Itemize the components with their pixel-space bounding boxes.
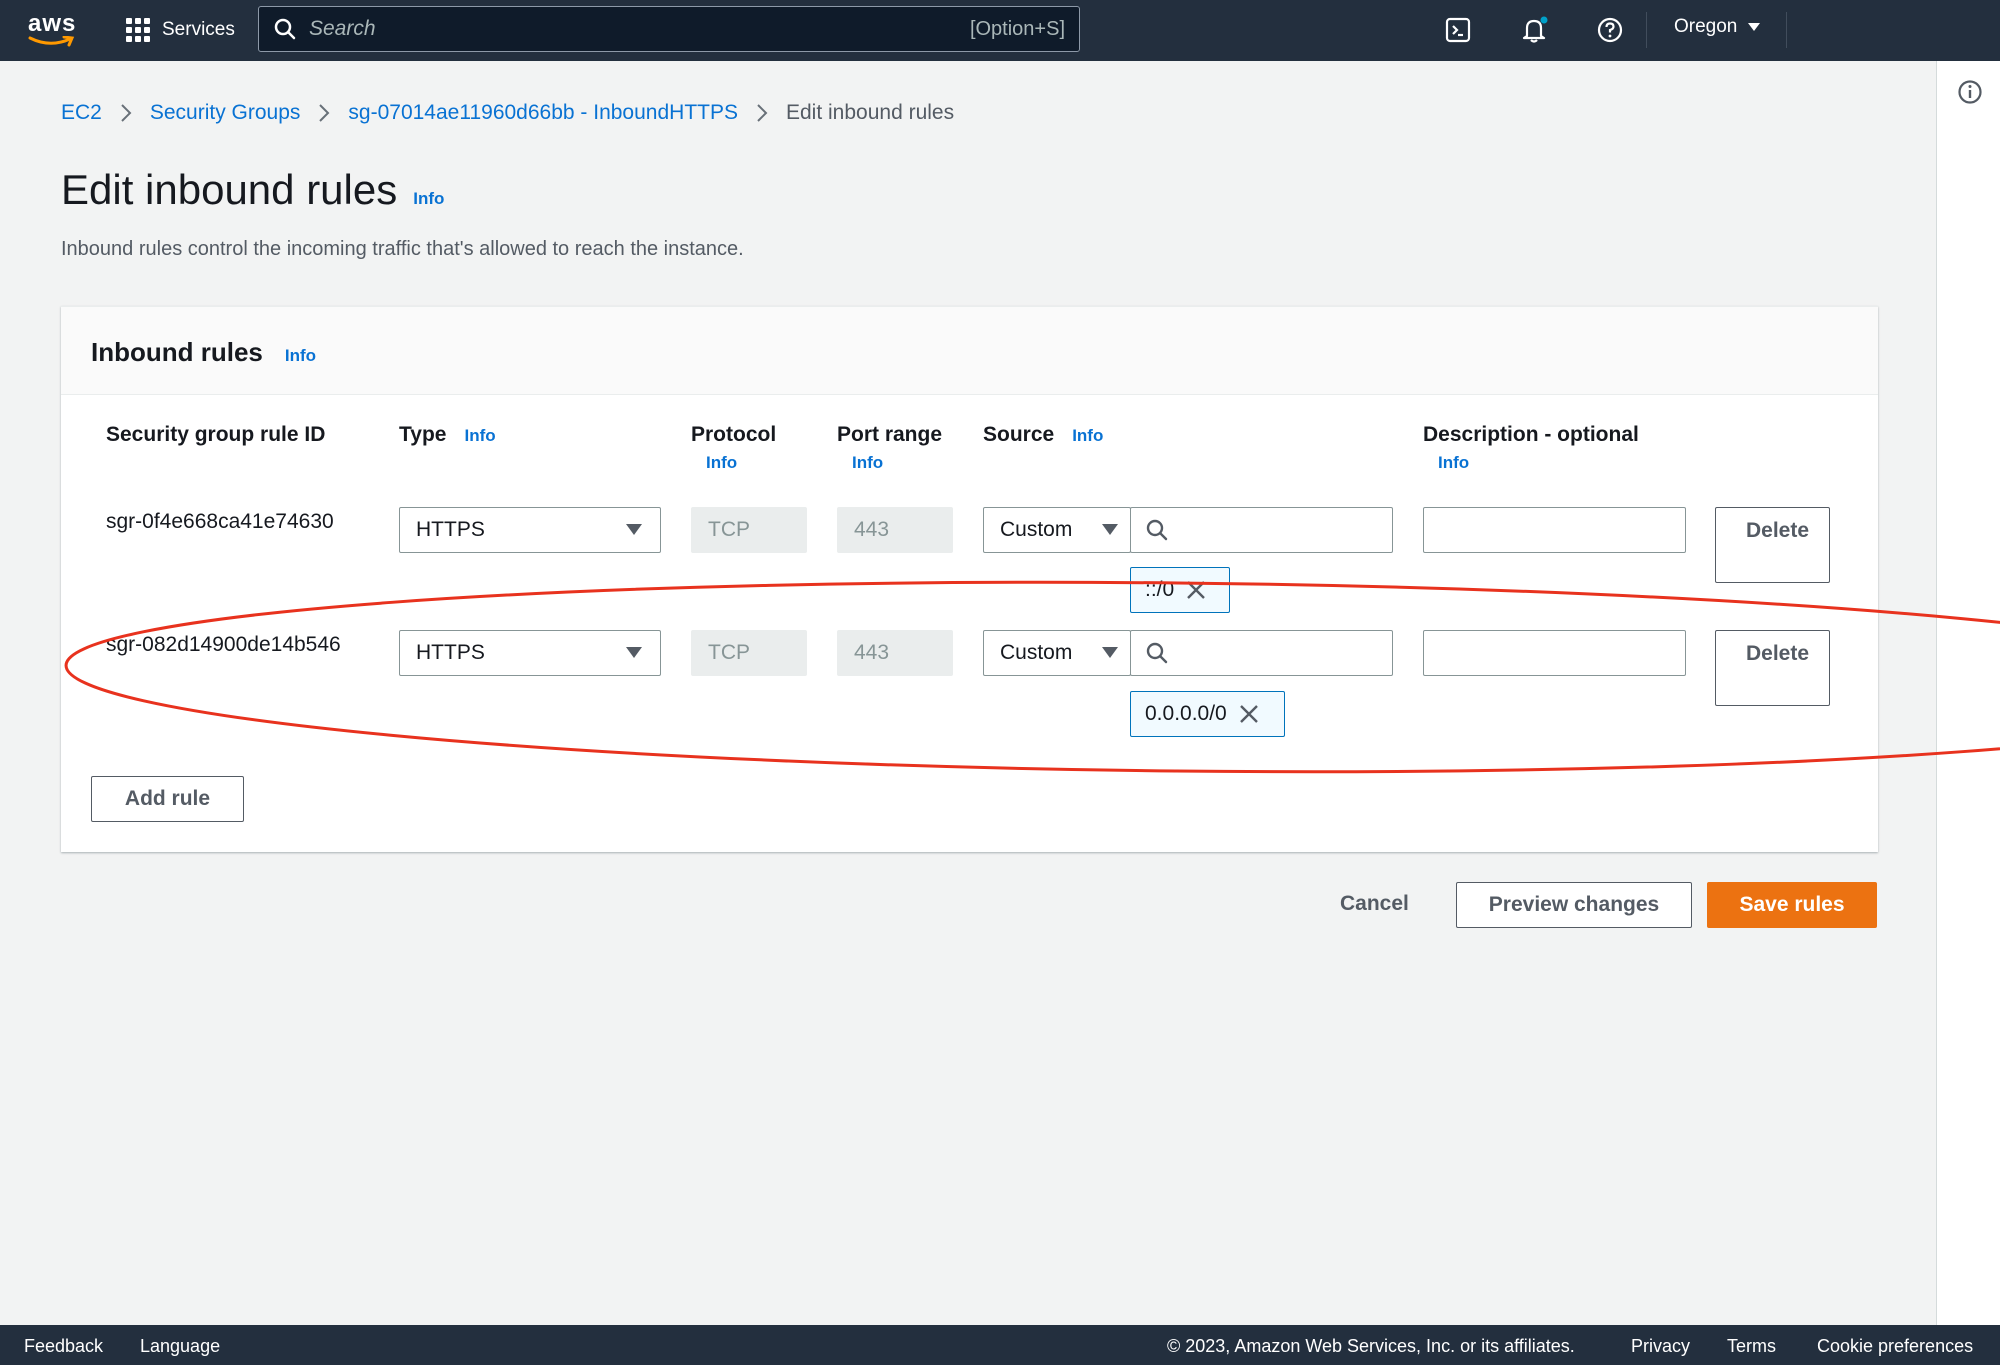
search-icon	[1146, 519, 1168, 541]
breadcrumb-ec2[interactable]: EC2	[61, 101, 102, 125]
region-selector[interactable]: Oregon	[1674, 16, 1761, 38]
chevron-right-icon	[318, 103, 330, 123]
privacy-link[interactable]: Privacy	[1631, 1336, 1690, 1357]
cookie-preferences-link[interactable]: Cookie preferences	[1817, 1336, 1973, 1357]
column-header-type: Type Info	[399, 423, 496, 447]
breadcrumb-security-group[interactable]: sg-07014ae11960d66bb - InboundHTTPS	[348, 101, 738, 125]
search-input[interactable]: Search [Option+S]	[258, 6, 1080, 52]
chevron-right-icon	[756, 103, 768, 123]
delete-rule-button[interactable]: Delete	[1715, 630, 1830, 706]
aws-logo-text: aws	[28, 10, 77, 37]
source-mode-select[interactable]: Custom	[983, 507, 1131, 553]
description-input[interactable]	[1423, 507, 1686, 553]
protocol-field: TCP	[691, 630, 807, 676]
services-grid-icon	[126, 18, 150, 42]
type-select-value: HTTPS	[416, 518, 485, 541]
breadcrumb-current: Edit inbound rules	[786, 101, 955, 124]
source-cidr-token: 0.0.0.0/0	[1130, 691, 1285, 737]
caret-down-icon	[1102, 647, 1118, 658]
feedback-link[interactable]: Feedback	[24, 1336, 103, 1357]
column-header-port-range: Port range Info	[837, 423, 942, 473]
services-label: Services	[162, 19, 235, 40]
search-icon	[274, 18, 296, 40]
search-icon	[1146, 642, 1168, 664]
save-rules-button[interactable]: Save rules	[1707, 882, 1877, 928]
source-mode-value: Custom	[1000, 518, 1073, 541]
port-range-field: 443	[837, 630, 953, 676]
protocol-field: TCP	[691, 507, 807, 553]
rule-id: sgr-082d14900de14b546	[106, 633, 341, 656]
page-description: Inbound rules control the incoming traff…	[61, 238, 744, 260]
column-header-description: Description - optional Info	[1423, 423, 1639, 473]
type-info-link[interactable]: Info	[464, 426, 495, 445]
page-footer: Feedback Language © 2023, Amazon Web Ser…	[0, 1325, 2000, 1365]
bell-icon[interactable]	[1518, 14, 1550, 46]
preview-changes-button[interactable]: Preview changes	[1456, 882, 1692, 928]
search-shortcut: [Option+S]	[969, 17, 1065, 40]
description-info-link[interactable]: Info	[1438, 453, 1639, 473]
cloudshell-icon[interactable]	[1442, 14, 1474, 46]
source-cidr-value: 0.0.0.0/0	[1145, 702, 1227, 725]
breadcrumb: EC2 Security Groups sg-07014ae11960d66bb…	[61, 101, 954, 125]
help-panel-rail	[1936, 61, 2000, 1325]
inbound-rules-panel: Inbound rules Info Security group rule I…	[61, 306, 1878, 852]
column-header-type-label: Type	[399, 423, 447, 446]
delete-rule-button[interactable]: Delete	[1715, 507, 1830, 583]
caret-down-icon	[1102, 524, 1118, 535]
type-select-value: HTTPS	[416, 641, 485, 664]
column-header-source: Source Info	[983, 423, 1103, 447]
type-select[interactable]: HTTPS	[399, 630, 661, 676]
source-mode-select[interactable]: Custom	[983, 630, 1131, 676]
page-title: Edit inbound rules	[61, 166, 398, 213]
source-search-input[interactable]	[1130, 630, 1393, 676]
caret-down-icon	[1748, 23, 1761, 31]
search-placeholder: Search	[309, 17, 376, 40]
source-mode-value: Custom	[1000, 641, 1073, 664]
aws-smile-icon	[28, 36, 75, 47]
column-header-source-label: Source	[983, 423, 1055, 446]
panel-info-link[interactable]: Info	[285, 346, 316, 366]
caret-down-icon	[626, 647, 642, 658]
caret-down-icon	[626, 524, 642, 535]
cancel-button[interactable]: Cancel	[1340, 892, 1409, 916]
remove-token-icon[interactable]	[1239, 704, 1259, 724]
breadcrumb-security-groups[interactable]: Security Groups	[150, 101, 301, 125]
info-circle-icon[interactable]	[1957, 79, 1983, 110]
source-search-input[interactable]	[1130, 507, 1393, 553]
source-info-link[interactable]: Info	[1072, 426, 1103, 445]
column-header-protocol: Protocol Info	[691, 423, 776, 473]
column-header-description-label: Description - optional	[1423, 423, 1639, 446]
column-header-protocol-label: Protocol	[691, 423, 777, 446]
description-input[interactable]	[1423, 630, 1686, 676]
terms-link[interactable]: Terms	[1727, 1336, 1776, 1357]
add-rule-button[interactable]: Add rule	[91, 776, 244, 822]
panel-title: Inbound rules	[91, 337, 263, 367]
rule-id: sgr-0f4e668ca41e74630	[106, 510, 334, 533]
aws-logo[interactable]: aws	[26, 10, 78, 50]
remove-token-icon[interactable]	[1186, 580, 1206, 600]
type-select[interactable]: HTTPS	[399, 507, 661, 553]
source-cidr-value: ::/0	[1145, 578, 1175, 601]
port-range-field: 443	[837, 507, 953, 553]
chevron-right-icon	[120, 103, 132, 123]
port-range-info-link[interactable]: Info	[852, 453, 942, 473]
protocol-info-link[interactable]: Info	[706, 453, 776, 473]
column-header-port-range-label: Port range	[837, 423, 943, 446]
copyright-text: © 2023, Amazon Web Services, Inc. or its…	[1167, 1336, 1575, 1356]
panel-header: Inbound rules Info	[61, 307, 1878, 395]
help-icon[interactable]	[1594, 14, 1626, 46]
source-cidr-token: ::/0	[1130, 567, 1230, 613]
region-label: Oregon	[1674, 16, 1738, 37]
services-menu-button[interactable]: Services	[126, 16, 235, 44]
top-navigation: aws Services Search [Option+S] Oregon	[0, 0, 2000, 61]
column-header-rule-id: Security group rule ID	[106, 423, 326, 446]
page-info-link[interactable]: Info	[413, 189, 444, 209]
page-header: Edit inbound rules Info	[61, 166, 444, 214]
language-link[interactable]: Language	[140, 1336, 220, 1357]
